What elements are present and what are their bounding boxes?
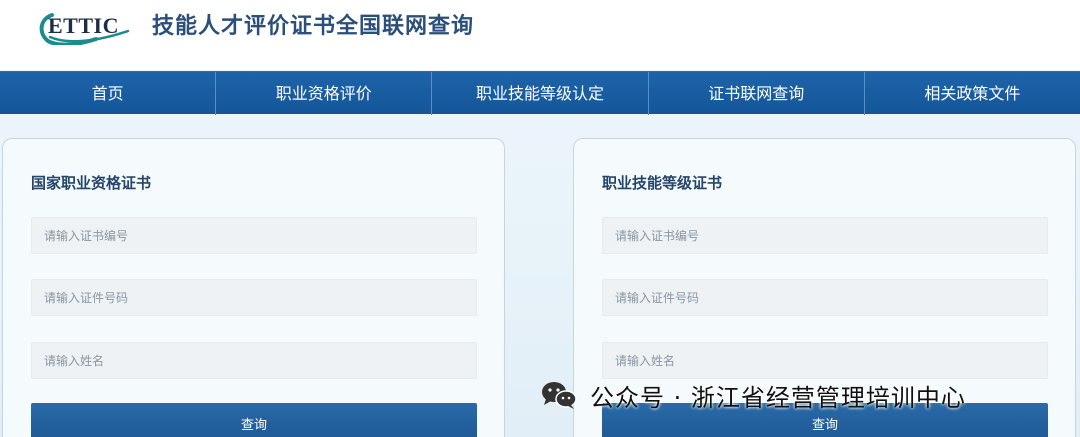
main-nav: 首页 职业资格评价 职业技能等级认定 证书联网查询 相关政策文件 bbox=[0, 71, 1080, 115]
name-input[interactable] bbox=[31, 342, 477, 379]
watermark-text: 公众号 · 浙江省经营管理培训中心 bbox=[590, 383, 966, 412]
nav-item-qualification-evaluation[interactable]: 职业资格评价 bbox=[216, 72, 433, 115]
certificate-number-input[interactable] bbox=[31, 217, 477, 254]
nav-item-home[interactable]: 首页 bbox=[0, 72, 217, 115]
watermark: 公众号 · 浙江省经营管理培训中心 bbox=[540, 377, 966, 413]
wechat-icon bbox=[542, 382, 577, 409]
name-input[interactable] bbox=[602, 342, 1048, 379]
nav-item-certificate-query[interactable]: 证书联网查询 bbox=[649, 72, 865, 115]
id-number-input[interactable] bbox=[31, 279, 477, 316]
logo-text: ETTIC bbox=[48, 13, 119, 38]
certificate-number-input[interactable] bbox=[602, 217, 1048, 254]
site-title: 技能人才评价证书全国联网查询 bbox=[152, 14, 475, 39]
panel-title: 职业技能等级证书 bbox=[602, 174, 723, 192]
query-button[interactable]: 查询 bbox=[31, 403, 477, 437]
ettic-logo[interactable]: ETTIC bbox=[38, 11, 142, 45]
nav-item-skill-level-certification[interactable]: 职业技能等级认定 bbox=[432, 72, 649, 115]
site-header: ETTIC 技能人才评价证书全国联网查询 bbox=[0, 0, 1080, 70]
nav-item-policy-documents[interactable]: 相关政策文件 bbox=[865, 72, 1080, 115]
id-number-input[interactable] bbox=[602, 279, 1048, 316]
panel-title: 国家职业资格证书 bbox=[31, 174, 152, 192]
qualification-certificate-panel: 国家职业资格证书 查询 bbox=[2, 138, 505, 437]
